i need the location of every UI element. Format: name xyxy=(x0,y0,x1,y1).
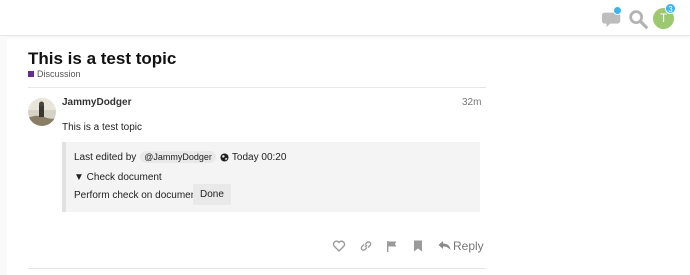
heart-icon[interactable] xyxy=(332,239,346,253)
post-username[interactable]: JammyDodger xyxy=(62,97,131,108)
edit-notice: Last edited by @JammyDodger Today 00:20 xyxy=(74,151,286,163)
post-body: This is a test topic xyxy=(62,122,143,133)
reply-icon xyxy=(438,241,451,251)
avatar-photo-icon xyxy=(28,98,56,126)
globe-icon xyxy=(220,152,229,162)
chat-unread-dot xyxy=(613,6,622,15)
post-author-avatar[interactable] xyxy=(28,98,56,126)
post-timestamp[interactable]: 32m xyxy=(462,97,481,108)
edited-time: Today 00:20 xyxy=(231,151,287,163)
notification-badge: 3 xyxy=(665,3,676,14)
reply-label: Reply xyxy=(453,239,484,253)
divider xyxy=(28,87,486,88)
search-icon[interactable] xyxy=(627,8,649,30)
divider xyxy=(28,268,486,269)
category-badge[interactable]: Discussion xyxy=(28,69,81,79)
site-header: T 3 xyxy=(0,0,690,36)
user-mention[interactable]: @JammyDodger xyxy=(140,151,216,163)
left-gutter xyxy=(0,36,7,275)
edited-by-label: Last edited by xyxy=(74,151,137,163)
category-label: Discussion xyxy=(37,69,81,79)
flag-icon[interactable] xyxy=(385,239,399,253)
link-icon[interactable] xyxy=(359,239,373,253)
category-color-swatch xyxy=(28,71,34,77)
topic-title[interactable]: This is a test topic xyxy=(28,49,176,69)
check-label: Perform check on document: xyxy=(74,190,202,201)
bookmark-icon[interactable] xyxy=(411,239,425,253)
reply-button[interactable]: Reply xyxy=(438,239,484,253)
details-toggle[interactable]: ▼ Check document xyxy=(74,172,162,183)
edit-notice-block: Last edited by @JammyDodger Today 00:20 … xyxy=(62,142,480,212)
done-button[interactable]: Done xyxy=(193,184,231,205)
